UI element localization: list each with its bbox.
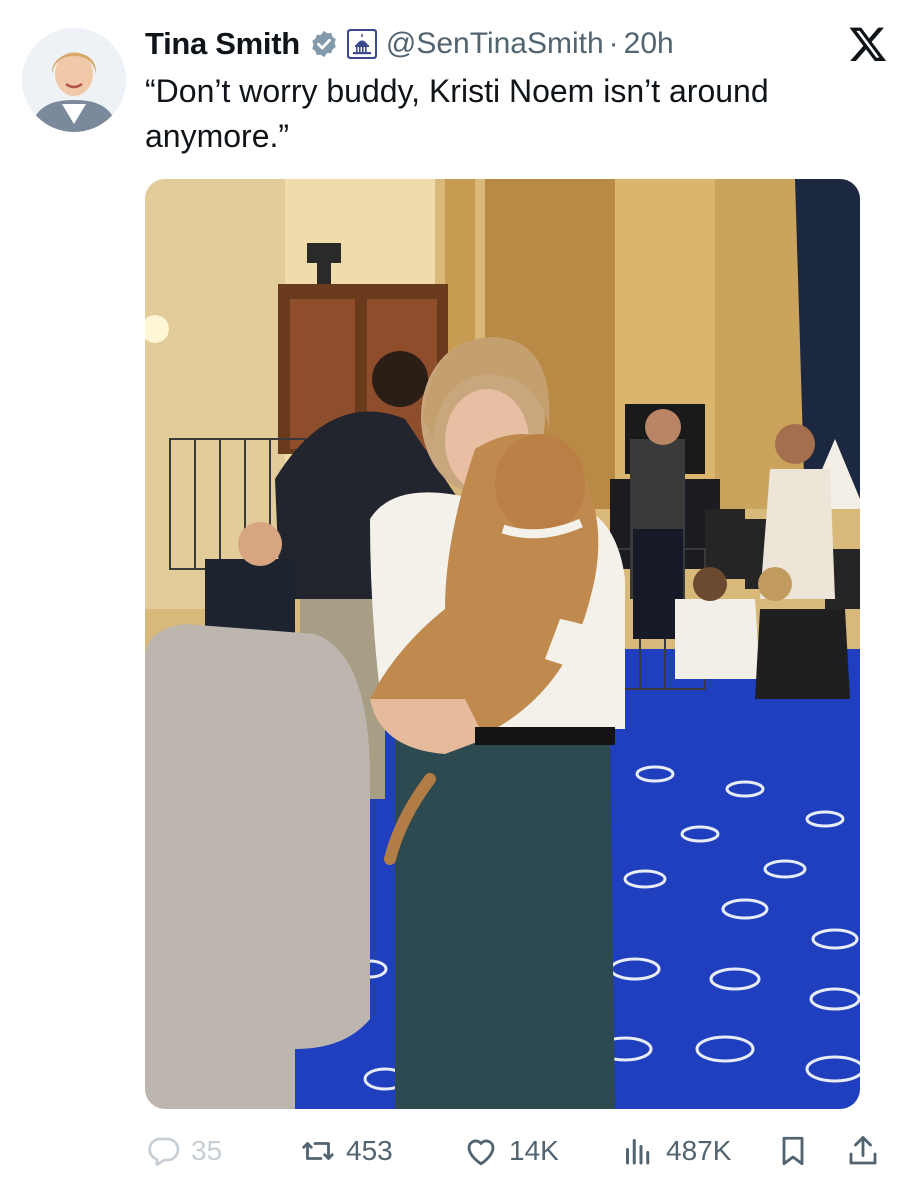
bookmark-button[interactable]: [775, 1126, 821, 1176]
heart-icon: [467, 1139, 495, 1166]
like-button[interactable]: 14K: [463, 1126, 559, 1176]
avatar[interactable]: [22, 28, 126, 132]
x-logo-icon[interactable]: [848, 24, 888, 64]
like-count: 14K: [509, 1135, 559, 1166]
tweet-actions: 35 453 14K 487K: [145, 1126, 895, 1176]
timestamp[interactable]: 20h: [624, 27, 674, 61]
share-button[interactable]: [845, 1126, 891, 1176]
share-icon: [849, 1136, 877, 1165]
separator-dot: ·: [608, 27, 619, 60]
author-handle[interactable]: @SenTinaSmith: [386, 27, 604, 61]
repost-count: 453: [346, 1135, 393, 1166]
reply-count: 35: [191, 1135, 223, 1166]
author-name[interactable]: Tina Smith: [145, 26, 300, 62]
tweet-header: Tina Smith @SenTinaSmith · 20h: [145, 22, 674, 66]
view-count: 487K: [666, 1135, 732, 1166]
verified-badge-icon[interactable]: [309, 29, 339, 59]
bookmark-icon: [782, 1136, 804, 1166]
us-senate-capitol-icon[interactable]: [346, 29, 377, 59]
tweet-text: “Don’t worry buddy, Kristi Noem isn’t ar…: [145, 73, 769, 154]
repost-button[interactable]: 453: [300, 1126, 393, 1176]
views-button[interactable]: 487K: [620, 1126, 731, 1176]
reply-button[interactable]: 35: [145, 1126, 222, 1176]
reply-icon: [148, 1137, 180, 1166]
views-icon: [626, 1139, 650, 1165]
tweet-photo[interactable]: [145, 179, 860, 1109]
repost-icon: [302, 1142, 334, 1160]
